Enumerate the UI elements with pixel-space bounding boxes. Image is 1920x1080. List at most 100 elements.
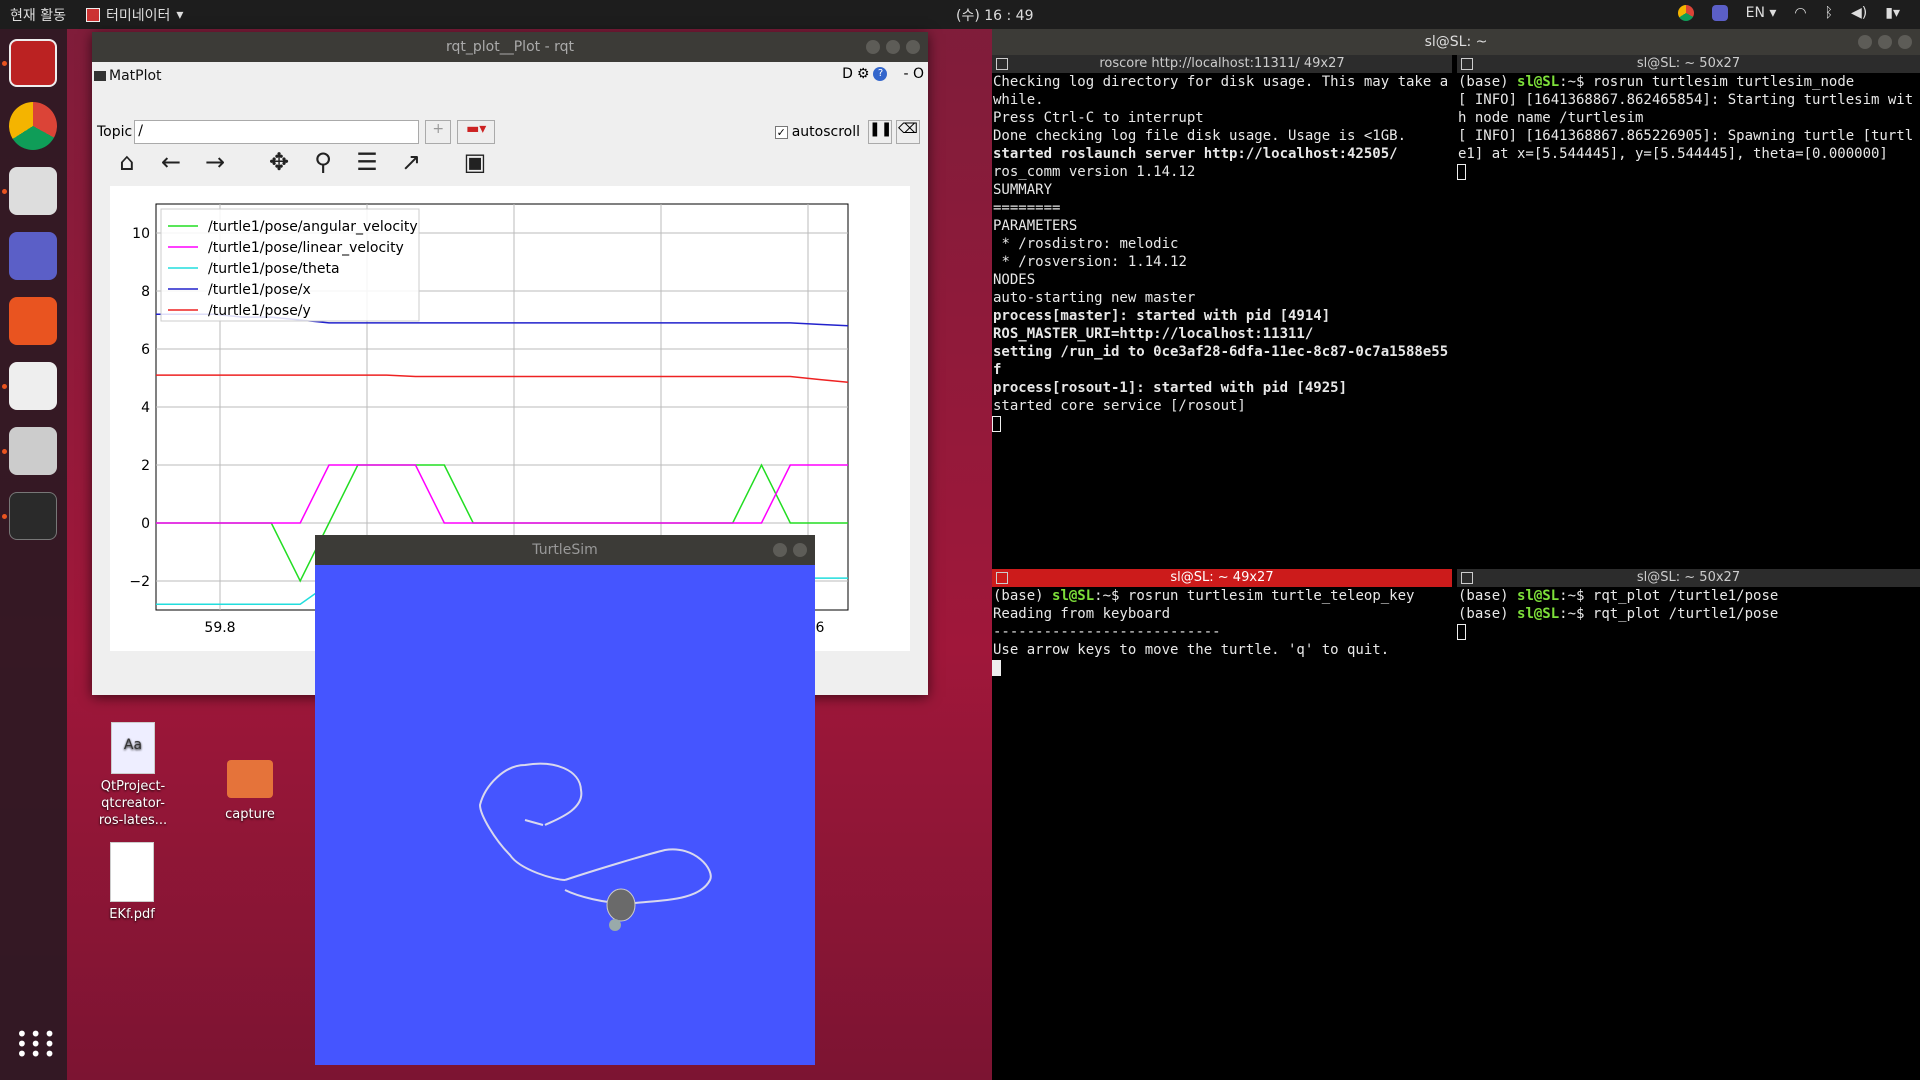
activities-button[interactable]: 현재 활동 <box>10 5 66 25</box>
clear-button[interactable]: ⌫ <box>896 120 920 144</box>
terminal-line: [ INFO] [1641368867.865226905]: Spawning… <box>1458 128 1914 162</box>
chevron-down-icon: ▾ <box>176 7 184 23</box>
edit-axis-icon[interactable]: ↗ <box>396 148 426 176</box>
desktop-icon-label: ros-lates... <box>98 813 168 828</box>
clock[interactable]: (수) 16 : 49 <box>956 5 1034 25</box>
terminal-pane[interactable]: roscore http://localhost:11311/ 49x27 Che… <box>992 55 1452 564</box>
grid-icon[interactable] <box>1461 572 1473 584</box>
y-tick-label: 0 <box>141 516 150 532</box>
terminal-line: Done checking log file disk usage. Usage… <box>993 128 1407 144</box>
terminal-line: (base) sl@SL:~$ rosrun turtlesim turtle_… <box>993 588 1415 604</box>
dock-files[interactable] <box>9 167 57 215</box>
legend-label: /turtle1/pose/linear_velocity <box>208 240 404 256</box>
y-tick-label: 4 <box>141 400 150 416</box>
language-label: EN <box>1745 5 1765 21</box>
maximize-button[interactable] <box>1878 35 1892 49</box>
terminator-titlebar[interactable]: sl@SL: ~ <box>992 29 1920 55</box>
close-button[interactable] <box>906 40 920 54</box>
desktop-icon-qtproject[interactable]: Aa QtProject- qtcreator- ros-lates... <box>90 722 176 829</box>
close-button[interactable] <box>1898 35 1912 49</box>
matplotlib-toolbar: ⌂ ← → ✥ ⚲ ☰ ↗ ▣ <box>112 148 490 176</box>
terminal-line: NODES <box>993 272 1036 288</box>
running-indicator <box>2 384 7 389</box>
autoscroll-row: ✓ autoscroll ❚❚ ⌫ <box>774 120 920 144</box>
plugin-title: MatPlot <box>109 68 162 84</box>
desktop-icon-ekf-pdf[interactable]: EKf.pdf <box>92 842 172 923</box>
dock-teams[interactable] <box>9 232 57 280</box>
add-topic-button[interactable]: + <box>425 120 452 144</box>
terminal-pane[interactable]: sl@SL: ~ 49x27 (base) sl@SL:~$ rosrun tur… <box>992 569 1452 1080</box>
legend-label: /turtle1/pose/angular_velocity <box>208 219 418 235</box>
dock-document-viewer[interactable] <box>9 362 57 410</box>
terminal-line: ros_comm version 1.14.12 <box>993 164 1196 180</box>
rqt-titlebar[interactable]: rqt_plot__Plot - rqt <box>92 32 928 62</box>
terminal-line: process[master]: started with pid [4914] <box>993 308 1331 324</box>
topic-row: Topic / + ▬▾ <box>97 120 496 144</box>
minimize-button[interactable] <box>866 40 880 54</box>
pane-title-text: sl@SL: ~ 50x27 <box>1636 56 1741 71</box>
y-tick-label: −2 <box>129 574 150 590</box>
home-icon[interactable]: ⌂ <box>112 148 142 176</box>
minimize-button[interactable] <box>773 543 787 557</box>
terminal-cursor <box>992 660 1001 676</box>
running-indicator <box>2 189 7 194</box>
app-menu[interactable]: 터미네이터 ▾ <box>85 5 184 25</box>
grid-icon[interactable] <box>996 58 1008 70</box>
terminal-pane[interactable]: sl@SL: ~ 50x27 (base) sl@SL:~$ rosrun tur… <box>1457 55 1920 564</box>
window-title: sl@SL: ~ <box>1424 34 1488 50</box>
pan-icon[interactable]: ✥ <box>264 148 294 176</box>
terminal-cursor <box>1457 164 1466 180</box>
close-button[interactable] <box>793 543 807 557</box>
terminal-line: started roslaunch server http://localhos… <box>993 146 1398 162</box>
minimize-button[interactable] <box>1858 35 1872 49</box>
dock-terminator[interactable] <box>9 39 57 87</box>
terminal-line: Press Ctrl-C to interrupt <box>993 110 1204 126</box>
volume-icon[interactable]: ◀) <box>1851 5 1867 21</box>
show-applications-icon[interactable]: ••• ••• ••• <box>16 1024 57 1064</box>
desktop-icon-capture[interactable]: capture <box>210 752 290 823</box>
teams-tray-icon[interactable] <box>1711 5 1728 21</box>
desktop-icon-label: qtcreator- <box>101 796 165 811</box>
terminal-pane[interactable]: sl@SL: ~ 50x27 (base) sl@SL:~$ rqt_plot /… <box>1457 569 1920 1080</box>
terminal-line: process[rosout-1]: started with pid [492… <box>993 380 1348 396</box>
terminal-pane-title[interactable]: sl@SL: ~ 50x27 <box>1457 55 1920 73</box>
dock-chrome[interactable] <box>9 102 57 150</box>
running-indicator <box>2 61 7 66</box>
configure-subplots-icon[interactable]: ☰ <box>352 148 382 176</box>
help-icon[interactable]: ? <box>873 67 888 81</box>
topic-input[interactable]: / <box>134 120 420 144</box>
settings-icon[interactable]: ⚙ <box>857 66 870 82</box>
wifi-icon[interactable]: ◠ <box>1794 5 1806 21</box>
pause-button[interactable]: ❚❚ <box>868 120 892 144</box>
dock: ••• ••• ••• <box>0 29 67 1080</box>
chrome-tray-icon[interactable] <box>1677 5 1694 21</box>
dock-turtlesim[interactable] <box>9 427 57 475</box>
terminal-line: Use arrow keys to move the turtle. 'q' t… <box>993 642 1390 658</box>
terminal-pane-title[interactable]: sl@SL: ~ 50x27 <box>1457 569 1920 587</box>
grid-icon[interactable] <box>996 572 1008 584</box>
legend-label: /turtle1/pose/theta <box>208 261 340 277</box>
zoom-icon[interactable]: ⚲ <box>308 148 338 176</box>
back-icon[interactable]: ← <box>156 148 186 176</box>
terminal-line: started core service [/rosout] <box>993 398 1246 414</box>
bluetooth-icon[interactable]: ᛒ <box>1825 5 1833 21</box>
terminal-line: * /rosdistro: melodic <box>993 236 1179 252</box>
plugin-minimize-close[interactable]: - O <box>903 66 924 82</box>
top-bar: 현재 활동 터미네이터 ▾ (수) 16 : 49 EN ▾ ◠ ᛒ ◀) ▮▾ <box>0 0 1920 29</box>
turtlesim-titlebar[interactable]: TurtleSim <box>315 535 815 565</box>
terminal-line: Checking log directory for disk usage. T… <box>993 74 1449 108</box>
language-indicator[interactable]: EN ▾ <box>1746 5 1777 21</box>
save-figure-icon[interactable]: ▣ <box>460 148 490 176</box>
terminal-cursor <box>992 416 1001 432</box>
grid-icon[interactable] <box>1461 58 1473 70</box>
forward-icon[interactable]: → <box>200 148 230 176</box>
dock-plugin-button[interactable]: D <box>842 66 853 82</box>
remove-topic-button[interactable]: ▬▾ <box>457 120 496 144</box>
autoscroll-checkbox[interactable]: ✓ <box>774 125 788 139</box>
terminal-pane-title[interactable]: roscore http://localhost:11311/ 49x27 <box>992 55 1452 73</box>
terminal-pane-title[interactable]: sl@SL: ~ 49x27 <box>992 569 1452 587</box>
dock-system-monitor[interactable] <box>9 492 57 540</box>
maximize-button[interactable] <box>886 40 900 54</box>
battery-icon[interactable]: ▮▾ <box>1885 5 1900 21</box>
dock-software[interactable] <box>9 297 57 345</box>
